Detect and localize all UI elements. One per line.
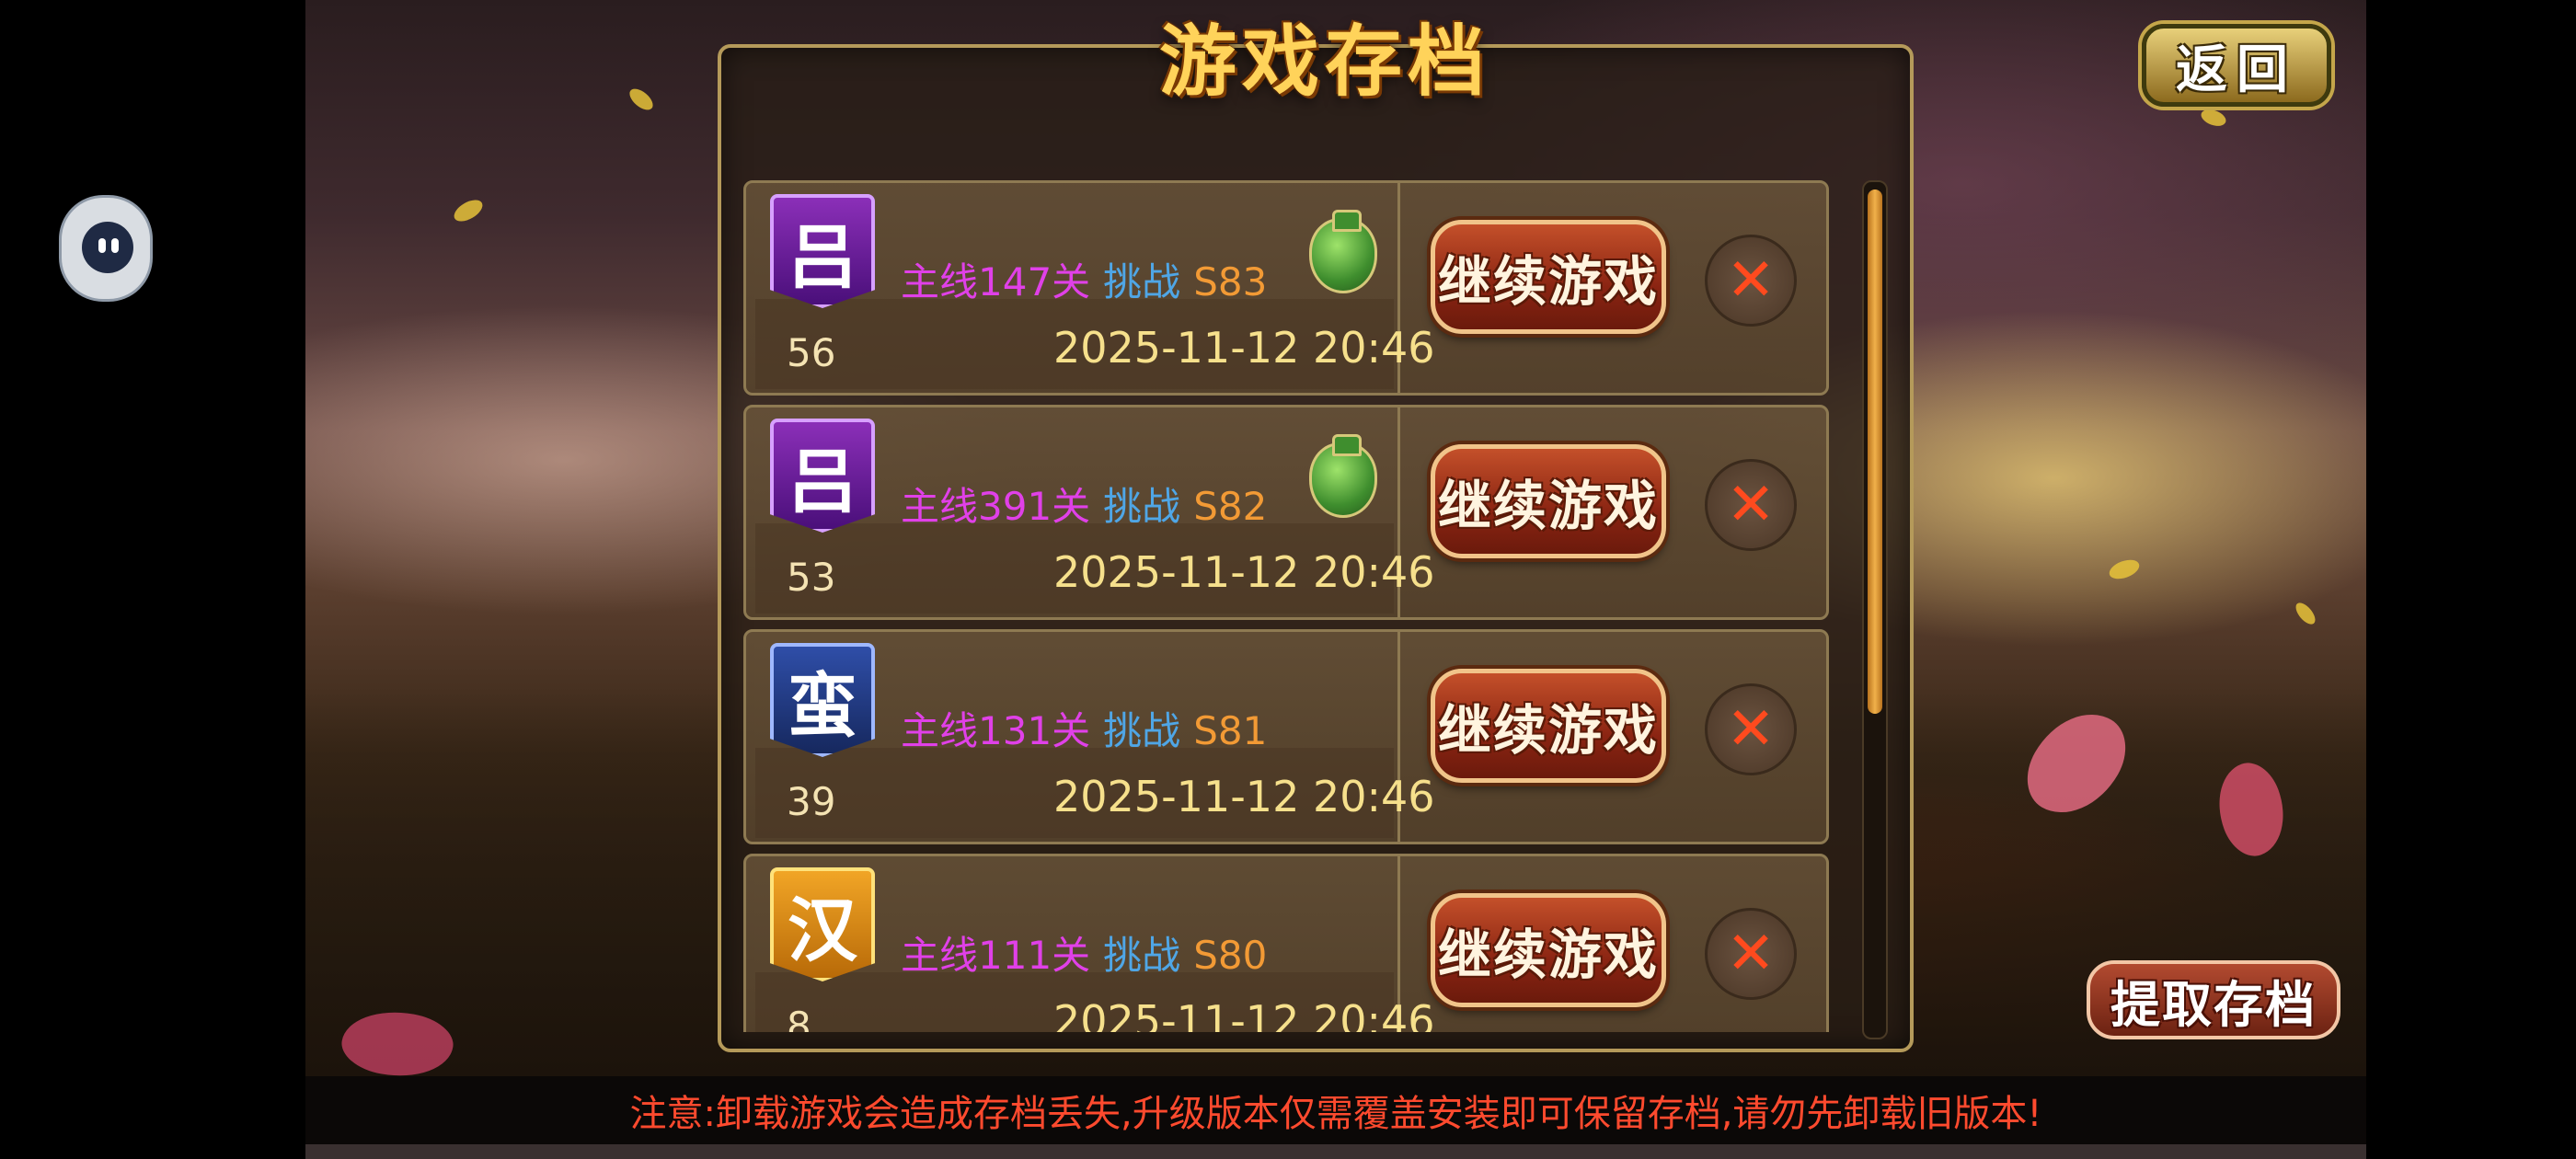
warning-notice: 注意:卸载游戏会造成存档丢失,升级版本仅需覆盖安装即可保留存档,请勿先卸载旧版本… — [305, 1076, 2366, 1144]
close-icon[interactable]: ✕ — [1705, 459, 1797, 551]
save-entry: 吕 主线391关 挑战 S82 53 2025-11-12 20:46 继续游戏 ✕ — [743, 405, 1829, 620]
save-list: 吕 主线147关 挑战 S83 56 2025-11-12 20:46 继续游戏 ✕… — [743, 180, 1829, 1032]
back-button[interactable]: 返回 — [2142, 24, 2331, 107]
leaf-decoration — [2199, 106, 2228, 130]
stage-label: 主线147关 — [901, 259, 1091, 304]
assistant-bubble-icon[interactable] — [59, 195, 153, 302]
continue-game-button[interactable]: 继续游戏 — [1431, 220, 1666, 334]
scrollbar-thumb[interactable] — [1868, 189, 1882, 714]
bottom-strip — [305, 1144, 2366, 1159]
assistant-eye — [98, 238, 106, 253]
faction-emblem: 汉 — [770, 867, 875, 981]
leaf-decoration — [2292, 599, 2319, 628]
stage-label: 主线391关 — [901, 484, 1091, 529]
leaf-decoration — [2106, 556, 2143, 583]
save-entry: 蛮 主线131关 挑战 S81 39 2025-11-12 20:46 继续游戏 ✕ — [743, 629, 1829, 844]
extract-save-button[interactable]: 提取存档 — [2087, 960, 2340, 1039]
faction-emblem: 吕 — [770, 194, 875, 308]
close-icon[interactable]: ✕ — [1705, 683, 1797, 775]
page-title: 游戏存档 — [1158, 17, 1490, 107]
stage-info: 主线391关 挑战 S82 — [901, 476, 1267, 532]
server-label: S82 — [1193, 484, 1268, 529]
lucky-bag-icon — [1309, 434, 1377, 518]
save-time: 2025-11-12 20:46 — [1053, 772, 1435, 821]
save-time: 2025-11-12 20:46 — [1053, 996, 1435, 1032]
stage-label: 主线111关 — [901, 933, 1091, 978]
leaf-decoration — [626, 85, 657, 114]
close-icon[interactable]: ✕ — [1705, 908, 1797, 1000]
close-icon[interactable]: ✕ — [1705, 235, 1797, 327]
stage-info: 主线131关 挑战 S81 — [901, 700, 1267, 756]
save-time: 2025-11-12 20:46 — [1053, 323, 1435, 373]
continue-game-button[interactable]: 继续游戏 — [1431, 893, 1666, 1007]
mode-label: 挑战 — [1103, 933, 1181, 978]
assistant-eye — [111, 238, 119, 253]
save-entry: 汉 主线111关 挑战 S80 8 2025-11-12 20:46 继续游戏 ✕ — [743, 854, 1829, 1032]
continue-game-button[interactable]: 继续游戏 — [1431, 444, 1666, 558]
save-entry: 吕 主线147关 挑战 S83 56 2025-11-12 20:46 继续游戏 ✕ — [743, 180, 1829, 396]
stage-label: 主线131关 — [901, 708, 1091, 753]
stage-info: 主线111关 挑战 S80 — [901, 924, 1267, 981]
lucky-bag-icon — [1309, 210, 1377, 293]
player-level: 39 — [787, 779, 836, 824]
stage-info: 主线147关 挑战 S83 — [901, 251, 1267, 307]
mode-label: 挑战 — [1103, 259, 1181, 304]
server-label: S80 — [1193, 933, 1268, 978]
player-level: 53 — [787, 555, 836, 600]
player-level: 56 — [787, 330, 836, 375]
assistant-face — [82, 222, 133, 273]
faction-emblem: 蛮 — [770, 643, 875, 757]
mode-label: 挑战 — [1103, 484, 1181, 529]
list-scrollbar[interactable] — [1862, 180, 1888, 1039]
faction-emblem: 吕 — [770, 419, 875, 533]
mode-label: 挑战 — [1103, 708, 1181, 753]
save-time: 2025-11-12 20:46 — [1053, 547, 1435, 597]
player-level: 8 — [787, 1004, 811, 1032]
server-label: S83 — [1193, 259, 1268, 304]
continue-game-button[interactable]: 继续游戏 — [1431, 669, 1666, 783]
leaf-decoration — [450, 195, 487, 226]
server-label: S81 — [1193, 708, 1268, 753]
